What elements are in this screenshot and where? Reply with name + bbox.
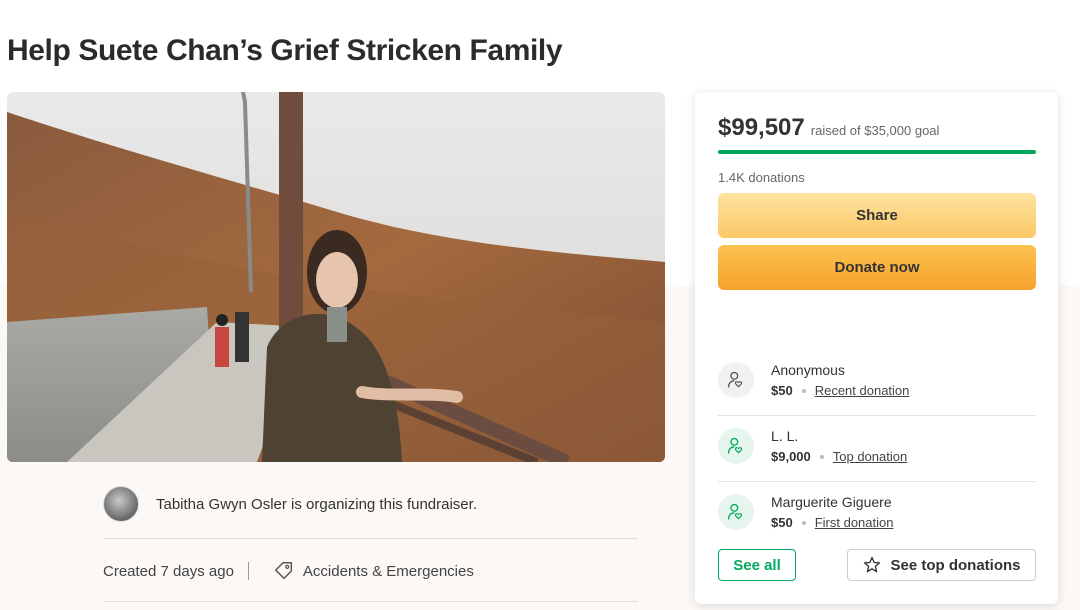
donations-count: 1.4K donations	[718, 170, 805, 185]
organizer-info: Tabitha Gwyn Osler is organizing this fu…	[103, 486, 477, 522]
donor-name: Anonymous	[771, 362, 845, 378]
tag-icon	[274, 562, 292, 580]
donation-item: Marguerite Giguere $50 First donation	[718, 482, 1036, 548]
donor-icon	[718, 362, 754, 398]
created-date: Created 7 days ago	[103, 562, 234, 580]
donation-type-link[interactable]: Top donation	[833, 449, 907, 464]
donations-list: Anonymous $50 Recent donation L. L. $9,0…	[718, 350, 1036, 548]
donation-type-link[interactable]: First donation	[815, 515, 894, 530]
separator	[247, 562, 249, 580]
star-icon	[864, 556, 881, 573]
campaign-photo	[7, 92, 665, 462]
organizer-avatar[interactable]	[103, 486, 139, 522]
donation-amount: $9,000	[771, 449, 811, 464]
organizer-text: Tabitha Gwyn Osler is organizing this fu…	[156, 495, 477, 513]
dot-separator	[801, 520, 806, 525]
divider	[103, 601, 638, 602]
share-button[interactable]: Share	[718, 193, 1036, 238]
donor-name: L. L.	[771, 428, 799, 444]
donation-amount: $50	[771, 515, 793, 530]
see-all-button[interactable]: See all	[718, 549, 796, 581]
category-link[interactable]: Accidents & Emergencies	[303, 563, 474, 580]
see-top-donations-button[interactable]: See top donations	[847, 549, 1036, 581]
donor-name: Marguerite Giguere	[771, 494, 892, 510]
donation-card: $99,507 raised of $35,000 goal 1.4K dona…	[695, 92, 1058, 604]
see-top-donations-label: See top donations	[890, 556, 1021, 574]
donate-now-button[interactable]: Donate now	[718, 245, 1036, 290]
goal-text: raised of $35,000 goal	[810, 123, 940, 138]
dot-separator	[819, 454, 824, 459]
donor-icon	[718, 494, 754, 530]
divider	[103, 538, 638, 539]
donation-item: L. L. $9,000 Top donation	[718, 416, 1036, 482]
donor-icon	[718, 428, 754, 464]
campaign-photo-image	[7, 92, 665, 462]
campaign-meta: Created 7 days ago Accidents & Emergenci…	[103, 560, 474, 582]
donation-type-link[interactable]: Recent donation	[815, 383, 910, 398]
progress-bar	[718, 150, 1036, 154]
donation-amount: $50	[771, 383, 793, 398]
amount-raised-row: $99,507 raised of $35,000 goal	[718, 114, 939, 142]
page-title: Help Suete Chan’s Grief Stricken Family	[7, 34, 563, 67]
dot-separator	[801, 388, 806, 393]
progress-fill	[718, 150, 1036, 154]
donation-item: Anonymous $50 Recent donation	[718, 350, 1036, 416]
amount-raised: $99,507	[718, 114, 805, 141]
